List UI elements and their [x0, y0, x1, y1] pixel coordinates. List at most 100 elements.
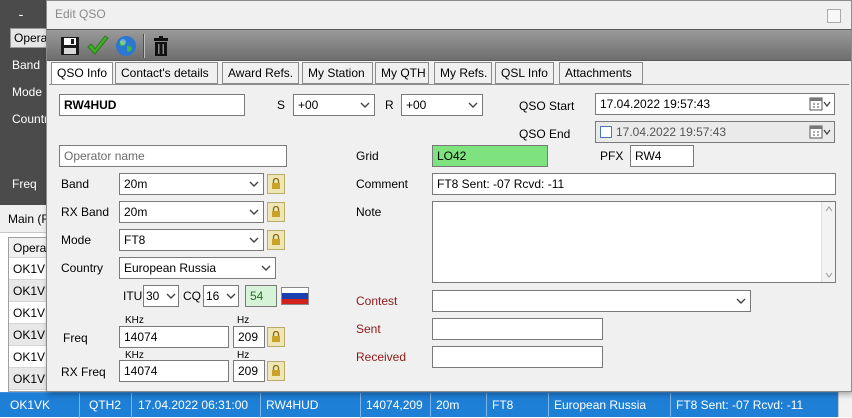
rx-freq-hz-input[interactable]: 209 [233, 360, 265, 382]
lock-icon[interactable] [267, 361, 285, 381]
trash-icon[interactable] [148, 33, 174, 59]
qso-info-page: RW4HUD S +00 R +00 QSO Start 17.04.2022 … [49, 84, 849, 391]
tab-my-refs[interactable]: My Refs. [434, 62, 492, 84]
comment-field[interactable]: FT8 Sent: -07 Rcvd: -11 [432, 173, 836, 195]
chevron-down-icon [736, 298, 746, 304]
tab-contacts-details[interactable]: Contact's details [115, 62, 218, 84]
freq-label: Freq [63, 331, 88, 345]
note-textarea[interactable] [432, 201, 836, 283]
qso-start-picker[interactable]: 17.04.2022 19:57:43 [595, 93, 835, 115]
s-report-value: +00 [298, 98, 319, 112]
qso-end-label: QSO End [519, 127, 571, 141]
lock-icon[interactable] [267, 327, 285, 347]
note-scrollbar[interactable] [821, 202, 835, 282]
comment-label: Comment [356, 177, 409, 191]
chevron-up-icon[interactable] [822, 204, 836, 214]
freq-khz-unit: KHz [125, 315, 144, 326]
qso-start-label: QSO Start [519, 99, 575, 113]
mode-label: Mode [61, 233, 92, 247]
country-select[interactable]: European Russia [119, 257, 276, 279]
dxcc-number: 54 [245, 285, 277, 307]
itu-value: 30 [146, 289, 160, 303]
calendar-icon[interactable] [809, 124, 831, 140]
freq-label: Freq [12, 177, 37, 191]
freq-hz-input[interactable]: 209 [233, 326, 265, 348]
calendar-icon[interactable] [809, 96, 831, 112]
mode-select[interactable]: FT8 [119, 229, 264, 251]
row-comment: FT8 Sent: -07 Rcvd: -11 [676, 398, 804, 412]
chevron-down-icon [360, 102, 370, 108]
qso-end-checkbox[interactable] [600, 126, 612, 138]
itu-select[interactable]: 30 [143, 285, 179, 307]
lock-icon[interactable] [267, 230, 285, 250]
russia-flag-icon [281, 287, 309, 305]
rx-band-label: RX Band [61, 205, 110, 219]
checkmark-icon[interactable] [85, 33, 111, 59]
country-value: European Russia [124, 261, 217, 275]
tab-qso-info[interactable]: QSO Info [51, 62, 113, 85]
row-qth: QTH2 [89, 398, 122, 412]
row-datetime: 17.04.2022 06:31:00 [138, 398, 249, 412]
row-freq: 14074,209 [366, 398, 423, 412]
qso-start-value: 17.04.2022 19:57:43 [600, 97, 711, 111]
mode-label: Mode [12, 85, 43, 99]
s-report-select[interactable]: +00 [293, 94, 375, 116]
lock-icon[interactable] [267, 174, 285, 194]
country-label: Country [61, 261, 104, 275]
tab-my-station[interactable]: My Station [302, 62, 373, 84]
tab-award-refs[interactable]: Award Refs. [222, 62, 299, 84]
qso-end-value: 17.04.2022 19:57:43 [616, 125, 727, 139]
operator-name-input[interactable] [59, 145, 287, 167]
freq-hz-unit: Hz [237, 315, 250, 326]
band-value: 20m [124, 177, 148, 191]
save-icon[interactable] [57, 33, 83, 59]
qso-end-picker[interactable]: 17.04.2022 19:57:43 [595, 121, 835, 143]
tab-qsl-info[interactable]: QSL Info [495, 62, 554, 84]
tab-my-qth[interactable]: My QTH [375, 62, 429, 84]
chevron-down-icon [226, 293, 236, 299]
chevron-down-icon [166, 293, 176, 299]
row-call: RW4HUD [266, 398, 319, 412]
freq-khz-input[interactable]: 14074 [119, 326, 229, 348]
selected-table-row[interactable]: OK1VK QTH2 17.04.2022 06:31:00 RW4HUD 14… [0, 392, 838, 418]
rx-band-select[interactable]: 20m [119, 201, 264, 223]
r-label: R [385, 98, 394, 112]
lock-icon[interactable] [267, 202, 285, 222]
pfx-field[interactable]: RW4 [630, 145, 694, 167]
chevron-down-icon [249, 209, 259, 215]
tab-main[interactable]: Main (F [8, 212, 49, 226]
received-field[interactable] [432, 346, 603, 368]
s-label: S [277, 98, 286, 112]
tab-attachments[interactable]: Attachments [559, 62, 643, 84]
itu-label: ITU [123, 289, 143, 303]
row-band: 20m [436, 398, 460, 412]
sent-field[interactable] [432, 318, 603, 340]
dialog-title: Edit QSO [55, 7, 106, 21]
chevron-down-icon [468, 102, 478, 108]
band-label: Band [61, 177, 90, 191]
operator-box[interactable]: Operator [10, 28, 50, 48]
cq-label: CQ [183, 289, 201, 303]
close-icon[interactable] [827, 9, 841, 23]
grid-label: Grid [356, 149, 379, 163]
callsign-field[interactable]: RW4HUD [59, 94, 245, 116]
row-operator: OK1VK [10, 398, 51, 412]
cq-select[interactable]: 16 [203, 285, 239, 307]
grid-locator-field[interactable]: LO42 [432, 145, 548, 167]
row-country: European Russia [554, 398, 647, 412]
collapse-button[interactable]: - [4, 4, 38, 24]
band-label: Band [12, 58, 41, 72]
globe-icon[interactable] [113, 33, 139, 59]
sent-label: Sent [356, 322, 381, 336]
band-select[interactable]: 20m [119, 173, 264, 195]
chevron-down-icon[interactable] [822, 270, 836, 280]
r-report-value: +00 [406, 98, 427, 112]
contest-select[interactable] [432, 290, 751, 312]
rx-freq-khz-input[interactable]: 14074 [119, 360, 229, 382]
mode-value: FT8 [124, 233, 146, 247]
edit-qso-dialog: Edit QSO QSO Info Contact's details Awar… [46, 0, 852, 392]
toolbar-separator [143, 34, 145, 58]
chevron-down-icon [249, 181, 259, 187]
pfx-label: PFX [600, 149, 624, 163]
r-report-select[interactable]: +00 [401, 94, 483, 116]
